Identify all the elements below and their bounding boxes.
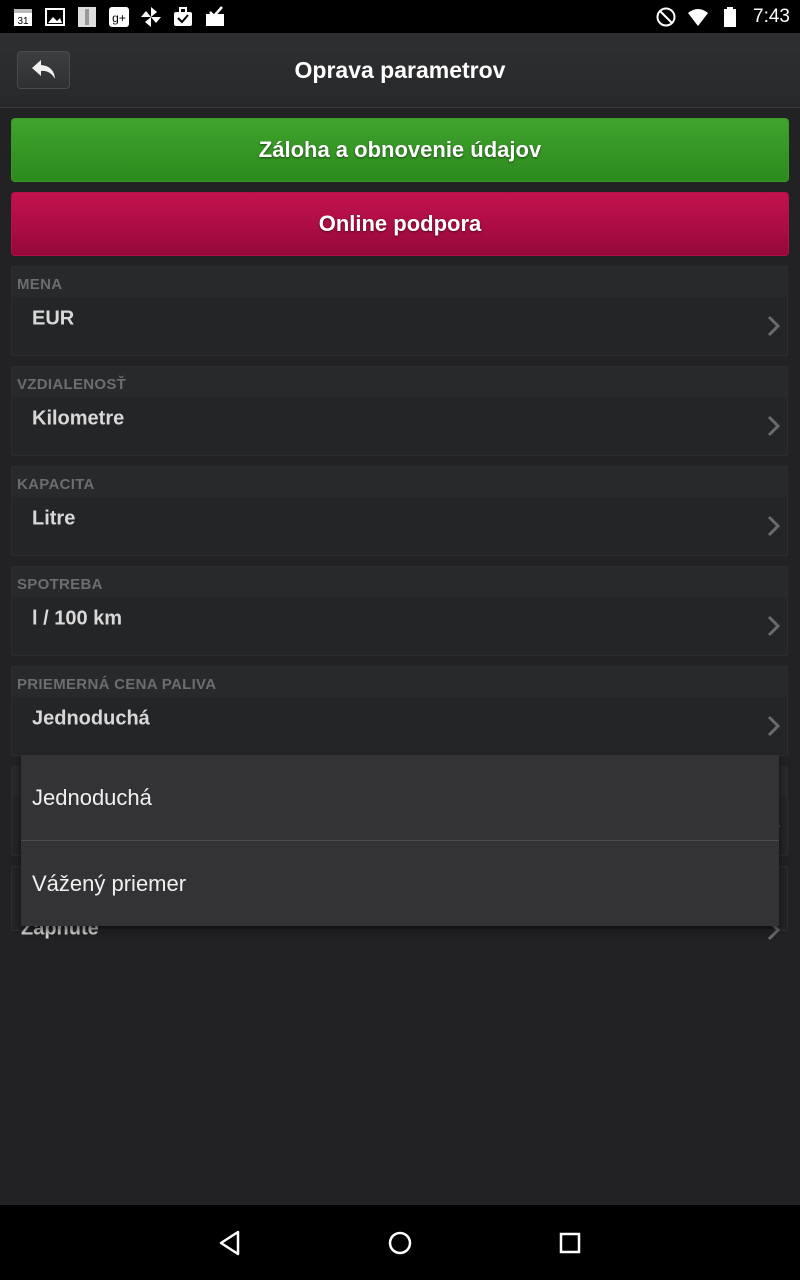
wifi-icon <box>687 6 709 28</box>
home-icon[interactable] <box>386 1229 414 1257</box>
system-icons: 7:43 <box>655 6 790 28</box>
calendar-icon: 31 <box>12 6 34 28</box>
online-support-button[interactable]: Online podpora <box>11 192 789 256</box>
setting-value: Jednoduchá <box>32 707 150 730</box>
chevron-right-icon <box>767 315 781 337</box>
setting-header: PRIEMERNÁ CENA PALIVA <box>12 667 787 697</box>
page-title: Oprava parametrov <box>294 57 506 83</box>
setting-header: SPOTREBA <box>12 567 787 597</box>
setting-value: Kilometre <box>32 407 125 430</box>
notification-icons: 31 g+ <box>12 5 226 28</box>
setting-capacity[interactable]: KAPACITA Litre <box>11 466 788 556</box>
setting-value: EUR <box>32 307 75 330</box>
navigation-bar <box>0 1205 800 1280</box>
setting-header: KAPACITA <box>12 467 787 497</box>
status-bar: 31 g+ 7:43 <box>0 0 800 33</box>
do-not-disturb-icon <box>655 6 677 28</box>
dropdown-option-weighted-average[interactable]: Vážený priemer <box>21 841 779 926</box>
setting-distance[interactable]: VZDIALENOSŤ Kilometre <box>11 366 788 456</box>
setting-currency[interactable]: MENA EUR <box>11 266 788 356</box>
svg-text:g+: g+ <box>112 11 126 25</box>
battery-icon <box>719 6 741 28</box>
chevron-right-icon <box>767 615 781 637</box>
back-nav-icon[interactable] <box>216 1229 244 1257</box>
chevron-right-icon <box>767 415 781 437</box>
setting-header: VZDIALENOSŤ <box>12 367 787 397</box>
setting-value: l / 100 km <box>32 607 123 630</box>
recents-icon[interactable] <box>556 1229 584 1257</box>
setting-average-fuel-price[interactable]: PRIEMERNÁ CENA PALIVA Jednoduchá <box>11 666 788 756</box>
setting-value: Litre <box>32 507 76 530</box>
clock: 7:43 <box>753 5 790 27</box>
dropdown-option-simple[interactable]: Jednoduchá <box>21 755 779 840</box>
setting-header: MENA <box>12 267 787 297</box>
inbox-check-icon <box>204 5 226 28</box>
pinwheel-icon <box>140 6 162 28</box>
backup-restore-button[interactable]: Záloha a obnovenie údajov <box>11 118 789 182</box>
svg-text:31: 31 <box>17 16 29 27</box>
book-icon <box>76 6 98 28</box>
app-header: Oprava parametrov <box>0 33 800 108</box>
google-plus-icon: g+ <box>108 6 130 28</box>
briefcase-check-icon <box>172 6 194 28</box>
chevron-right-icon <box>767 515 781 537</box>
setting-consumption[interactable]: SPOTREBA l / 100 km <box>11 566 788 656</box>
dropdown-menu: Jednoduchá Vážený priemer <box>21 755 779 926</box>
gallery-icon <box>44 6 66 28</box>
chevron-right-icon <box>767 715 781 737</box>
